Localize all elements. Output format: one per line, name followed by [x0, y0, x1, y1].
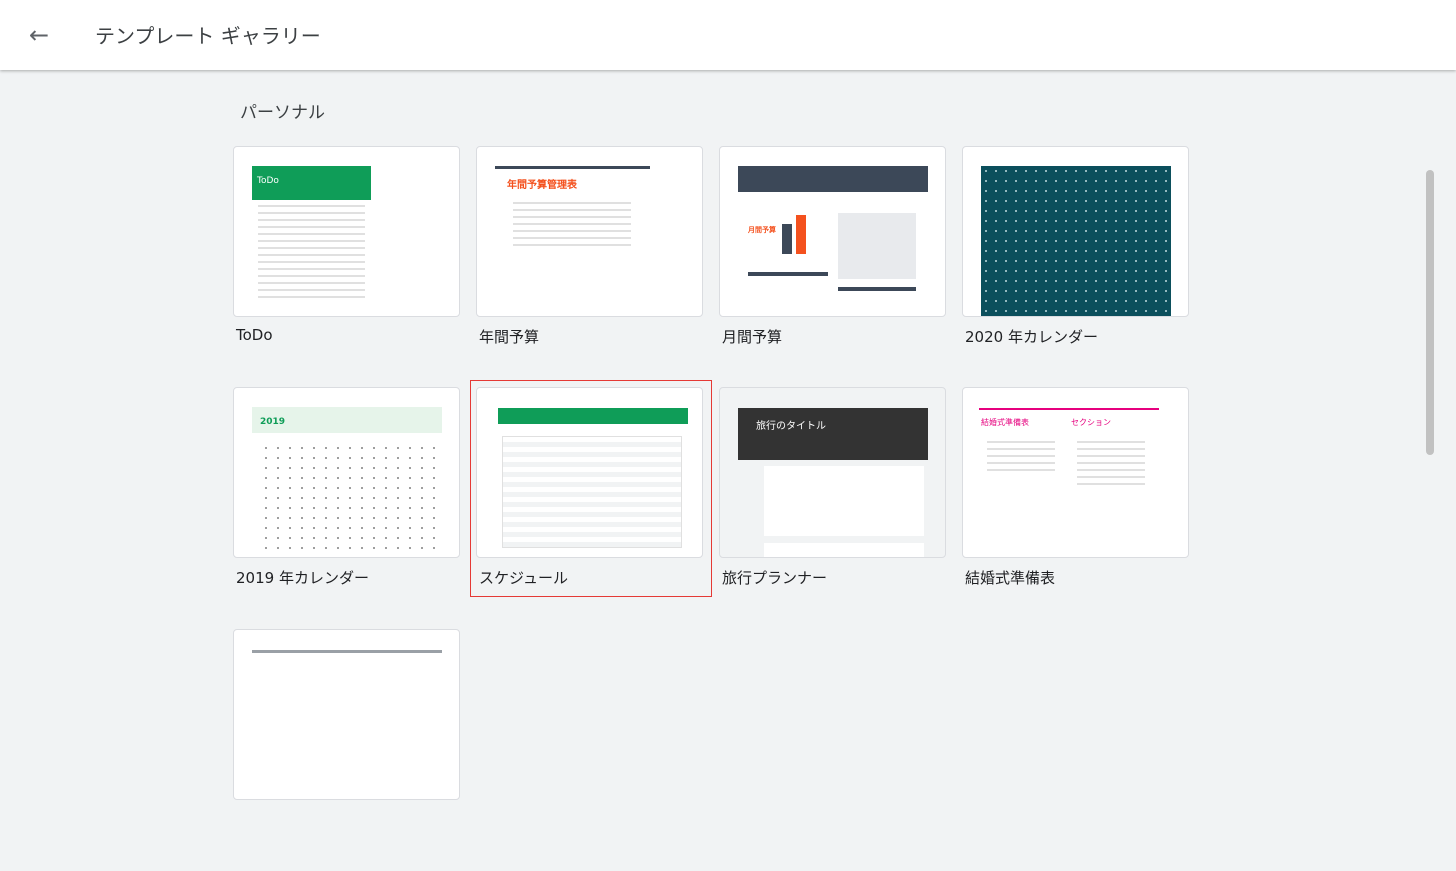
template-thumbnail: 2019	[233, 387, 460, 558]
template-thumbnail	[233, 629, 460, 800]
thumb-title: ToDo	[252, 166, 371, 200]
page-title: テンプレート ギャラリー	[95, 24, 321, 48]
template-thumbnail	[962, 146, 1189, 317]
template-label: 2019 年カレンダー	[236, 569, 369, 587]
template-thumbnail: 旅行のタイトル	[719, 387, 946, 558]
template-monthly-budget[interactable]: 月間予算 月間予算	[716, 146, 959, 388]
template-label: 年間予算	[479, 328, 540, 346]
top-bar: ← テンプレート ギャラリー	[0, 0, 1456, 70]
template-thumbnail: 年間予算管理表	[476, 146, 703, 317]
template-todo[interactable]: ToDo ToDo	[230, 146, 473, 388]
template-2020-calendar[interactable]: 2020 年カレンダー	[959, 146, 1202, 388]
thumb-section: セクション	[1071, 418, 1111, 427]
template-label: 2020 年カレンダー	[965, 328, 1098, 346]
template-thumbnail: ToDo	[233, 146, 460, 317]
template-partial[interactable]	[230, 629, 473, 871]
selection-highlight	[470, 380, 712, 597]
template-annual-budget[interactable]: 年間予算管理表 年間予算	[473, 146, 716, 388]
thumb-title: 2019	[260, 417, 286, 427]
scrollbar-thumb[interactable]	[1426, 170, 1434, 455]
thumb-title: 旅行のタイトル	[738, 408, 928, 460]
arrow-left-icon[interactable]: ←	[26, 22, 52, 48]
thumb-title: 月間予算	[748, 226, 776, 234]
thumb-title: 年間予算管理表	[507, 180, 577, 191]
template-2019-calendar[interactable]: 2019 2019 年カレンダー	[230, 387, 473, 629]
template-label: 旅行プランナー	[722, 569, 828, 587]
template-label: ToDo	[236, 326, 273, 344]
thumb-title: 結婚式準備表	[981, 418, 1029, 427]
template-label: 月間予算	[722, 328, 783, 346]
template-travel-planner[interactable]: 旅行のタイトル 旅行プランナー	[716, 387, 959, 629]
template-wedding-checklist[interactable]: 結婚式準備表 セクション 結婚式準備表	[959, 387, 1202, 629]
template-label: 結婚式準備表	[965, 569, 1056, 587]
template-thumbnail: 月間予算	[719, 146, 946, 317]
template-thumbnail: 結婚式準備表 セクション	[962, 387, 1189, 558]
section-heading: パーソナル	[240, 103, 325, 123]
